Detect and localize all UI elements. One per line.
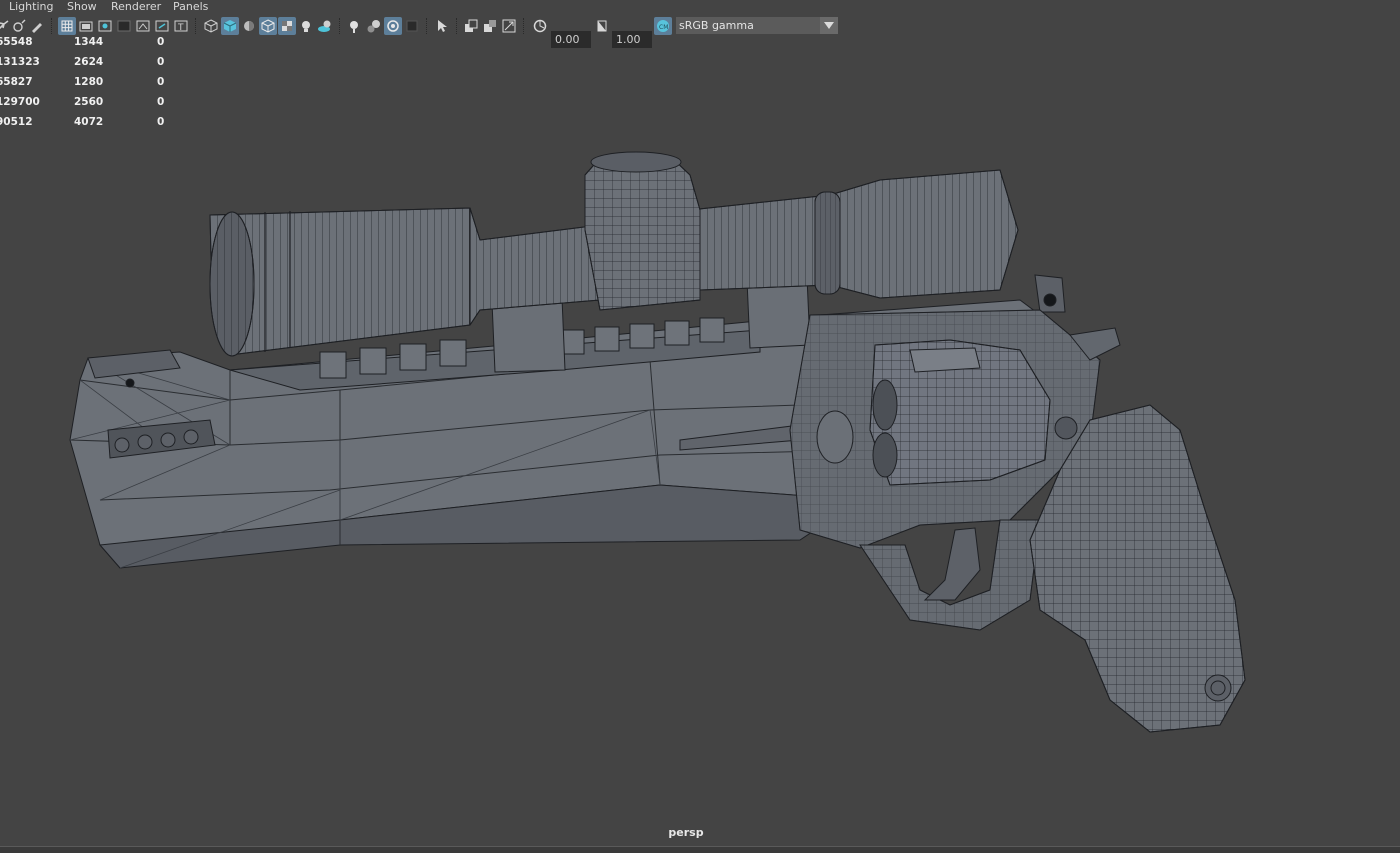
toolbar-separator: [195, 18, 198, 34]
view-transform-icon[interactable]: CM: [654, 17, 672, 35]
camera-attributes-icon[interactable]: [10, 17, 28, 35]
gate-mask-icon[interactable]: [115, 17, 133, 35]
safe-action-icon[interactable]: [153, 17, 171, 35]
color-space-value: sRGB gamma: [679, 19, 754, 32]
multi-sample-aa-icon[interactable]: [462, 17, 480, 35]
viewport-menubar: Lighting Show Renderer Panels: [0, 0, 1400, 14]
gamma-icon[interactable]: [593, 17, 611, 35]
xray-joints-icon[interactable]: [365, 17, 383, 35]
menu-renderer[interactable]: Renderer: [111, 0, 161, 14]
wireframe-icon[interactable]: [202, 17, 220, 35]
toolbar-separator: [523, 18, 526, 34]
exposure-icon[interactable]: [531, 17, 549, 35]
textured-icon[interactable]: [278, 17, 296, 35]
toolbar-separator: [51, 18, 54, 34]
isolate-select-icon[interactable]: [403, 17, 421, 35]
wireframe-on-shaded-icon[interactable]: [259, 17, 277, 35]
svg-text:T: T: [177, 23, 184, 33]
field-chart-icon[interactable]: [134, 17, 152, 35]
film-gate-icon[interactable]: [77, 17, 95, 35]
color-space-dropdown[interactable]: sRGB gamma: [676, 17, 838, 34]
ambient-occlusion-icon[interactable]: [481, 17, 499, 35]
viewport-canvas[interactable]: [0, 38, 1400, 844]
menu-lighting[interactable]: Lighting: [9, 0, 53, 14]
motion-blur-icon[interactable]: [500, 17, 518, 35]
menu-show[interactable]: Show: [67, 0, 97, 14]
grid-icon[interactable]: [58, 17, 76, 35]
resolution-gate-icon[interactable]: [96, 17, 114, 35]
shadows-icon[interactable]: [316, 17, 334, 35]
safe-title-icon[interactable]: T: [172, 17, 190, 35]
xray-components-icon[interactable]: [384, 17, 402, 35]
menu-panels[interactable]: Panels: [173, 0, 208, 14]
bookmarks-icon[interactable]: [28, 17, 46, 35]
toolbar-separator: [426, 18, 429, 34]
use-all-lights-icon[interactable]: [297, 17, 315, 35]
smooth-shade-icon[interactable]: [221, 17, 239, 35]
toolbar-separator: [456, 18, 459, 34]
revolver-model[interactable]: [69, 151, 1246, 733]
select-tool-icon[interactable]: [433, 17, 451, 35]
svg-text:CM: CM: [659, 24, 668, 31]
default-material-icon[interactable]: [240, 17, 258, 35]
chevron-down-icon[interactable]: [820, 17, 838, 34]
toolbar-separator: [339, 18, 342, 34]
camera-name-label: persp: [668, 826, 704, 839]
xray-icon[interactable]: [346, 17, 364, 35]
